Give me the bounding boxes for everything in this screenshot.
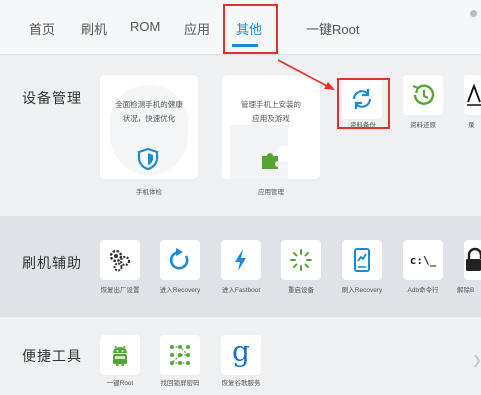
data-restore-tile[interactable]: [403, 75, 443, 115]
shield-icon: [137, 147, 159, 175]
data-restore-label: 资料还原: [410, 122, 436, 129]
tab-one-click-root[interactable]: 一键Root: [306, 19, 359, 38]
adb-command-tile[interactable]: c:\_: [403, 240, 443, 280]
recover-lock-password-tile[interactable]: [160, 335, 200, 375]
reboot-device-label: 重启设备: [288, 287, 314, 294]
flash-assist-title: 刷机辅助: [22, 255, 82, 271]
adb-command-label: Adb命令行: [407, 287, 439, 294]
enter-fastboot-tile[interactable]: [221, 240, 261, 280]
android-icon: [113, 345, 127, 366]
one-click-root-tile[interactable]: [100, 335, 140, 375]
app-manager-description: 管理手机上安装的 应用及游戏: [241, 100, 301, 123]
tab-highlight-box: [223, 4, 278, 54]
flash-recovery-label: 刷入Recovery: [341, 287, 383, 294]
phone-checkup-card[interactable]: 全面检测手机的健康 状况，快速优化: [100, 75, 198, 179]
partial-icon: [467, 83, 481, 106]
tab-rom[interactable]: ROM: [130, 19, 160, 34]
tab-apps[interactable]: 应用: [184, 19, 210, 38]
app-manager-card[interactable]: 管理手机上安装的 应用及游戏: [222, 75, 320, 179]
gears-icon: [109, 249, 131, 272]
refresh-arrow-icon: [169, 248, 189, 270]
tools-title: 便捷工具: [22, 348, 82, 364]
chevron-right-icon[interactable]: ❯: [472, 353, 481, 367]
tab-flash[interactable]: 刷机: [81, 19, 107, 38]
factory-reset-tile[interactable]: [100, 240, 140, 280]
enter-recovery-label: 进入Recovery: [159, 287, 201, 294]
restore-google-services-label: 恢复谷歌服务: [221, 380, 261, 387]
phone-icon: [354, 248, 370, 272]
phone-checkup-caption: 手机体检: [136, 189, 162, 196]
phone-checkup-description: 全面检测手机的健康 状况，快速优化: [115, 100, 183, 123]
reboot-device-tile[interactable]: [281, 240, 321, 280]
lock-icon: [466, 247, 481, 271]
partial-label: 录: [468, 122, 475, 129]
partial-tile[interactable]: [464, 75, 481, 115]
enter-recovery-tile[interactable]: [160, 240, 200, 280]
unlock-label: 解除B: [457, 287, 475, 294]
device-management-title: 设备管理: [22, 90, 82, 106]
loading-spinner-icon: [290, 249, 312, 271]
restore-google-services-tile[interactable]: g: [221, 335, 261, 375]
puzzle-icon: [259, 148, 281, 175]
recover-lock-password-label: 找回锁屏密码: [160, 380, 200, 387]
tab-home[interactable]: 首页: [29, 19, 55, 38]
flash-recovery-tile[interactable]: [342, 240, 382, 280]
pattern-lock-icon: [170, 345, 190, 365]
lightning-icon: [235, 249, 246, 271]
unlock-tile[interactable]: [464, 240, 481, 280]
app-manager-caption: 应用管理: [258, 189, 284, 196]
window-control-dot[interactable]: [470, 10, 477, 17]
google-icon: g: [232, 335, 250, 368]
backup-highlight-box: [337, 78, 390, 129]
terminal-icon: c:\_: [409, 253, 437, 267]
history-icon: [412, 84, 435, 105]
